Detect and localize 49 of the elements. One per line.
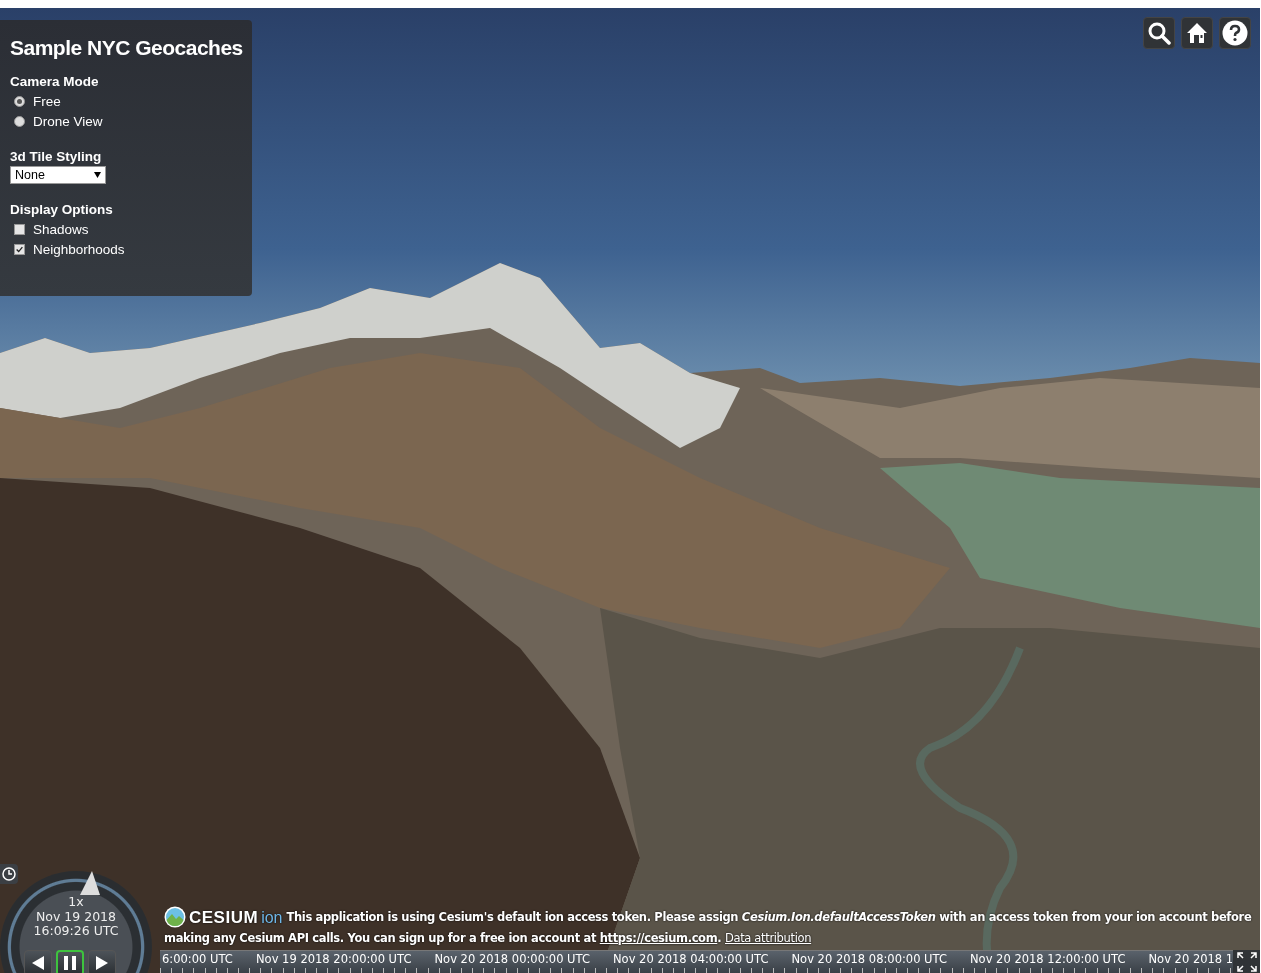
time-tick-label: Nov 19 2018 20:00:00 UTC	[256, 951, 413, 968]
link[interactable]: https://cesium.com	[599, 931, 718, 945]
help-button[interactable]	[1219, 17, 1251, 49]
clock-button[interactable]	[0, 864, 18, 884]
time-tick-label: Nov 20 2018 08:00:00 UTC	[791, 951, 948, 968]
play-icon	[96, 956, 108, 970]
panel-title: Sample NYC Geocaches	[10, 36, 243, 60]
credit-message: making any Cesium API calls. You can sign up for a free ion account at https://cesium.com. Data attribution	[164, 930, 812, 947]
play-reverse-icon	[32, 956, 44, 970]
reverse-button[interactable]	[24, 950, 52, 973]
caret-icon	[94, 172, 101, 178]
help-icon	[1222, 20, 1248, 46]
date-label: Nov 19 2018	[35, 909, 117, 924]
radio-button[interactable]	[14, 115, 25, 127]
pause-icon	[64, 956, 76, 970]
data-attribution-link[interactable]: Data attribution	[725, 931, 812, 945]
speed-needle-icon[interactable]	[78, 871, 100, 897]
radio-label: Free	[33, 93, 61, 109]
play-button[interactable]	[88, 950, 116, 973]
checkbox[interactable]	[14, 243, 25, 255]
logo-text: CESIUM	[189, 906, 259, 928]
timeline[interactable]: 6:00:00 UTC Nov 19 2018 20:00:00 UTC Nov 20 2018 00:00:00 UTC Nov 20 2018 04:00:00 UTC Nov 20 2018 08:00:00 UTC Nov 20 2018 12:00:00 UTC Nov 20 2018 1	[160, 950, 1233, 973]
pause-button[interactable]	[56, 950, 84, 973]
time-tick-label: Nov 20 2018 04:00:00 UTC	[613, 951, 770, 968]
section-heading: Display Options	[10, 202, 113, 217]
radio-label: Drone View	[33, 113, 103, 129]
section-heading: Camera Mode	[10, 74, 99, 89]
logo-text: ion	[261, 907, 283, 928]
radio-button[interactable]	[14, 95, 25, 107]
fullscreen-button[interactable]	[1233, 950, 1260, 973]
fullscreen-icon	[1237, 951, 1257, 972]
styling-dropdown[interactable]: None	[10, 166, 106, 184]
checkbox-label: Shadows	[33, 221, 89, 237]
time-label: 16:09:26 UTC	[33, 924, 119, 939]
section-heading: 3d Tile Styling	[10, 149, 102, 164]
checkbox[interactable]	[14, 223, 25, 235]
time-tick-label: Nov 20 2018 12:00:00 UTC	[970, 951, 1127, 968]
home-icon	[1186, 22, 1208, 44]
home-button[interactable]	[1181, 17, 1213, 49]
search-icon	[1147, 21, 1171, 45]
checkbox-label: Neighborhoods	[33, 241, 125, 257]
time-tick-label: 6:00:00 UTC	[161, 951, 234, 968]
credit-message: This application is using Cesium's default ion access token. Please assign Cesium.Ion.defaultAccessToken with an access token from your ion account before	[286, 909, 1252, 926]
time-tick-label: Nov 20 2018 00:00:00 UTC	[434, 951, 591, 968]
cesium-logo-icon	[164, 906, 186, 928]
speed-label: 1x	[68, 895, 84, 910]
clock-icon	[2, 867, 16, 881]
time-tick-label: Nov 20 2018 1	[1148, 951, 1233, 968]
search-button[interactable]	[1143, 17, 1175, 49]
